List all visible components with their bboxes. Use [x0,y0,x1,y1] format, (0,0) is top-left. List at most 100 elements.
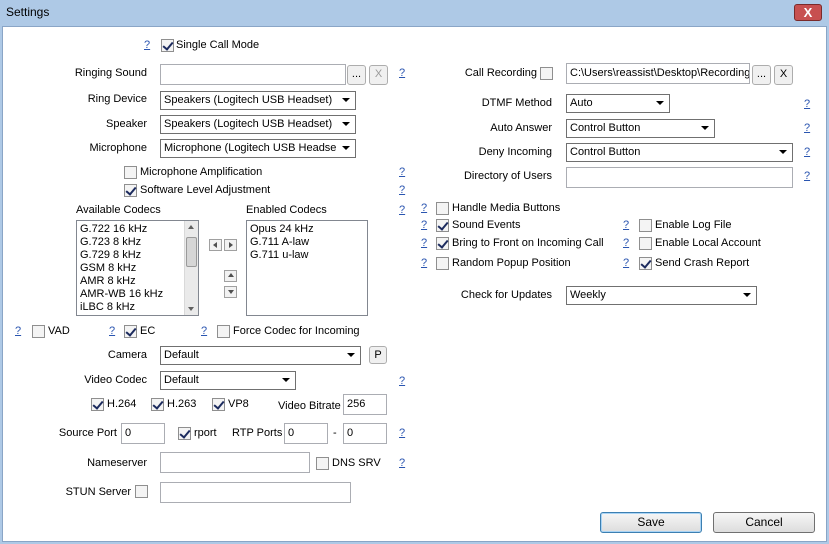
h264-label: H.264 [107,398,137,410]
vad-checkbox[interactable] [32,325,45,338]
chevron-down-icon [347,353,355,357]
rport-checkbox[interactable] [178,427,191,440]
help-ec[interactable]: ? [109,325,115,337]
video-codec-select[interactable]: Default [160,371,296,390]
save-button[interactable]: Save [600,512,702,533]
help-force-codec[interactable]: ? [201,325,207,337]
scroll-down-icon[interactable] [188,307,194,311]
rtp-port-from-input[interactable]: 0 [284,423,328,444]
list-item[interactable]: G.722 16 kHz [77,223,198,236]
ringing-sound-clear-button[interactable]: X [369,65,388,85]
microphone-select[interactable]: Microphone (Logitech USB Headse [160,139,356,158]
bring-front-checkbox[interactable] [436,237,449,250]
list-item[interactable]: iLBC 8 kHz [77,301,198,314]
dtmf-select[interactable]: Auto [566,94,670,113]
ringing-sound-input[interactable] [160,64,346,85]
help-mic-amplification[interactable]: ? [399,166,405,178]
help-handle-media[interactable]: ? [421,202,427,214]
dtmf-value: Auto [570,97,593,109]
help-auto-answer[interactable]: ? [804,122,810,134]
call-recording-clear-button[interactable]: X [774,65,793,85]
deny-incoming-select[interactable]: Control Button [566,143,793,162]
force-codec-checkbox[interactable] [217,325,230,338]
stun-server-input[interactable] [160,482,351,503]
h263-checkbox[interactable] [151,398,164,411]
h264-checkbox[interactable] [91,398,104,411]
help-codecs[interactable]: ? [399,204,405,216]
video-bitrate-input[interactable]: 256 [343,394,387,415]
auto-answer-select[interactable]: Control Button [566,119,715,138]
help-ports[interactable]: ? [399,427,405,439]
move-down-button[interactable] [224,286,237,298]
scroll-up-icon[interactable] [188,225,194,229]
help-random-popup[interactable]: ? [421,257,427,269]
speaker-select[interactable]: Speakers (Logitech USB Headset) [160,115,356,134]
local-account-checkbox[interactable] [639,237,652,250]
list-item[interactable]: AMR-WB 16 kHz [77,288,198,301]
help-vad[interactable]: ? [15,325,21,337]
directory-label: Directory of Users [463,170,552,182]
h263-label: H.263 [167,398,197,410]
list-item[interactable]: G.711 u-law [247,249,367,262]
list-item[interactable]: G.729 8 kHz [77,249,198,262]
ec-checkbox[interactable] [124,325,137,338]
dns-srv-checkbox[interactable] [316,457,329,470]
title-bar[interactable]: Settings X [0,0,829,26]
help-video-codec[interactable]: ? [399,375,405,387]
help-ringing-sound[interactable]: ? [399,67,405,79]
help-crash-report[interactable]: ? [623,257,629,269]
help-deny-incoming[interactable]: ? [804,146,810,158]
available-codecs-list[interactable]: G.722 16 kHz G.723 8 kHz G.729 8 kHz GSM… [76,220,199,316]
call-recording-path[interactable]: C:\Users\reassist\Desktop\Recording [566,63,750,84]
enabled-codecs-list[interactable]: Opus 24 kHz G.711 A-law G.711 u-law [246,220,368,316]
directory-input[interactable] [566,167,793,188]
dtmf-label: DTMF Method [481,97,552,109]
log-file-checkbox[interactable] [639,219,652,232]
vp8-checkbox[interactable] [212,398,225,411]
list-item[interactable]: GSM 8 kHz [77,262,198,275]
sound-events-checkbox[interactable] [436,219,449,232]
rtp-port-to-input[interactable]: 0 [343,423,387,444]
list-item[interactable]: Opus 24 kHz [247,223,367,236]
list-item[interactable]: G.723 8 kHz [77,236,198,249]
help-directory[interactable]: ? [804,170,810,182]
single-call-mode-label: Single Call Mode [176,39,260,51]
help-log-file[interactable]: ? [623,219,629,231]
software-level-checkbox[interactable] [124,184,137,197]
list-item[interactable]: AMR 8 kHz [77,275,198,288]
camera-preview-button[interactable]: P [369,346,387,364]
handle-media-checkbox[interactable] [436,202,449,215]
scroll-thumb[interactable] [186,237,197,267]
close-button[interactable]: X [794,4,822,21]
camera-value: Default [164,349,199,361]
move-left-button[interactable] [209,239,222,251]
ringing-sound-browse-button[interactable]: ... [347,65,366,85]
ec-label: EC [140,325,156,337]
help-bring-front[interactable]: ? [421,237,427,249]
help-single-call[interactable]: ? [144,39,150,51]
cancel-button[interactable]: Cancel [713,512,815,533]
nameserver-input[interactable] [160,452,310,473]
single-call-mode-checkbox[interactable] [161,39,174,52]
call-recording-browse-button[interactable]: ... [752,65,771,85]
crash-report-checkbox[interactable] [639,257,652,270]
random-popup-label: Random Popup Position [452,257,571,269]
source-port-input[interactable]: 0 [121,423,165,444]
help-dtmf[interactable]: ? [804,98,810,110]
speaker-value: Speakers (Logitech USB Headset) [164,118,333,130]
move-right-button[interactable] [224,239,237,251]
help-sound-events[interactable]: ? [421,219,427,231]
random-popup-checkbox[interactable] [436,257,449,270]
help-nameserver[interactable]: ? [399,457,405,469]
list-item[interactable]: G.711 A-law [247,236,367,249]
camera-select[interactable]: Default [160,346,361,365]
move-up-button[interactable] [224,270,237,282]
ring-device-select[interactable]: Speakers (Logitech USB Headset) [160,91,356,110]
codecs-scrollbar[interactable] [184,221,198,315]
updates-select[interactable]: Weekly [566,286,757,305]
mic-amplification-checkbox[interactable] [124,166,137,179]
help-local-account[interactable]: ? [623,237,629,249]
stun-server-checkbox[interactable] [135,485,148,498]
help-software-level[interactable]: ? [399,184,405,196]
call-recording-checkbox[interactable] [540,67,553,80]
